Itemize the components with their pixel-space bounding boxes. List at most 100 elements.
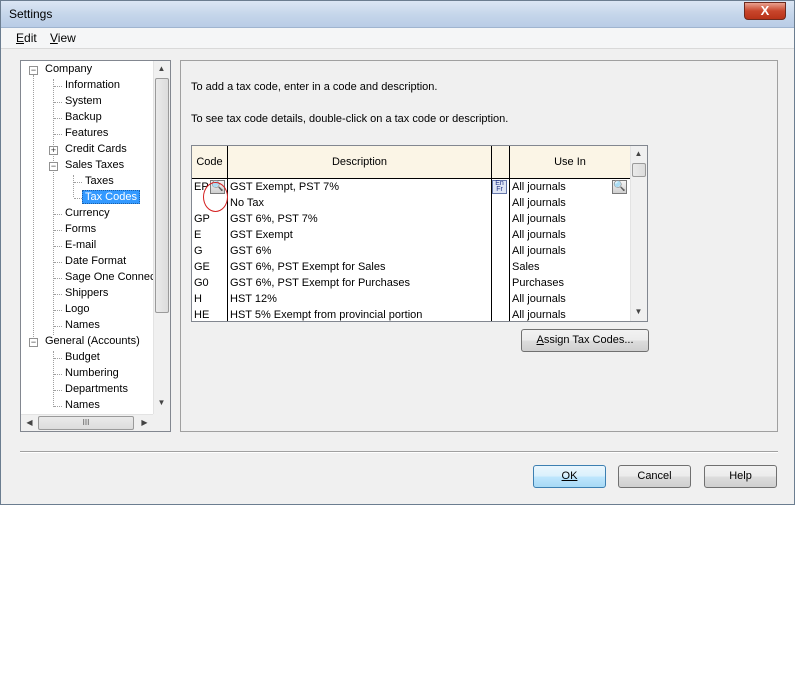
- tree-collapse-icon[interactable]: −: [29, 66, 38, 75]
- tree-connector: [54, 262, 62, 263]
- cell-use-in[interactable]: All journals: [512, 309, 627, 321]
- menu-bar: Edit View: [1, 28, 794, 49]
- use-in-lookup-icon[interactable]: 🔍: [612, 180, 627, 194]
- tree-item-budget[interactable]: Budget: [65, 351, 100, 363]
- tree-item-general-accounts[interactable]: General (Accounts): [45, 335, 140, 347]
- tax-codes-grid[interactable]: Code Description Use In EP GST Exempt, P…: [191, 145, 648, 322]
- cell-description[interactable]: HST 5% Exempt from provincial portion: [230, 309, 488, 321]
- tree-item-date-format[interactable]: Date Format: [65, 255, 126, 267]
- language-icon[interactable]: En Fr: [492, 180, 507, 194]
- tree-connector: [54, 102, 62, 103]
- tree-item-departments[interactable]: Departments: [65, 383, 128, 395]
- tree-collapse-icon[interactable]: −: [49, 162, 58, 171]
- settings-tree[interactable]: − Company Information System Backup Feat…: [20, 60, 171, 432]
- cell-use-in[interactable]: All journals: [512, 197, 627, 209]
- column-divider: [227, 146, 228, 321]
- tree-item-numbering[interactable]: Numbering: [65, 367, 119, 379]
- scroll-down-icon[interactable]: ▼: [154, 398, 169, 407]
- tree-item-email[interactable]: E-mail: [65, 239, 96, 251]
- cell-description[interactable]: GST 6%, PST 7%: [230, 213, 488, 225]
- tree-item-currency[interactable]: Currency: [65, 207, 110, 219]
- tree-connector: [54, 390, 62, 391]
- scroll-right-icon[interactable]: ▶: [137, 418, 152, 427]
- cell-use-in[interactable]: All journals: [512, 245, 627, 257]
- cell-use-in[interactable]: All journals: [512, 293, 627, 305]
- cell-code[interactable]: G: [194, 245, 224, 257]
- cell-code[interactable]: H: [194, 293, 224, 305]
- column-header-description[interactable]: Description: [228, 146, 492, 179]
- cell-code[interactable]: GP: [194, 213, 224, 225]
- tree-expand-icon[interactable]: +: [49, 146, 58, 155]
- cancel-button[interactable]: Cancel: [618, 465, 691, 488]
- tree-connector: [54, 214, 62, 215]
- tax-codes-panel: To add a tax code, enter in a code and d…: [180, 60, 778, 432]
- scroll-thumb[interactable]: [155, 78, 169, 313]
- cell-code[interactable]: GE: [194, 261, 224, 273]
- tree-connector: [54, 278, 62, 279]
- cell-description[interactable]: GST Exempt: [230, 229, 488, 241]
- tree-item-tax-codes[interactable]: Tax Codes: [82, 190, 140, 204]
- cell-description[interactable]: GST 6%, PST Exempt for Sales: [230, 261, 488, 273]
- menu-edit[interactable]: Edit: [16, 31, 37, 45]
- tree-connector: [54, 326, 62, 327]
- cell-description[interactable]: GST Exempt, PST 7%: [230, 181, 488, 193]
- title-bar[interactable]: Settings X: [1, 1, 794, 28]
- tree-connector: [53, 351, 54, 407]
- tree-item-system[interactable]: System: [65, 95, 102, 107]
- tree-item-sales-taxes[interactable]: Sales Taxes: [65, 159, 124, 171]
- tree-item-logo[interactable]: Logo: [65, 303, 89, 315]
- tree-connector: [54, 294, 62, 295]
- cell-code[interactable]: G0: [194, 277, 224, 289]
- scroll-corner: [153, 414, 170, 431]
- cell-use-in[interactable]: All journals: [512, 181, 612, 193]
- cell-description[interactable]: GST 6%, PST Exempt for Purchases: [230, 277, 488, 289]
- ok-button[interactable]: OK: [533, 465, 606, 488]
- cell-use-in[interactable]: Sales: [512, 261, 627, 273]
- column-header-language: [492, 146, 510, 179]
- cell-code[interactable]: E: [194, 229, 224, 241]
- column-header-use-in[interactable]: Use In: [510, 146, 631, 179]
- tree-connector: [54, 406, 62, 407]
- tree-collapse-icon[interactable]: −: [29, 338, 38, 347]
- tree-connector: [54, 230, 62, 231]
- cell-description[interactable]: No Tax: [230, 197, 488, 209]
- footer-divider: [20, 451, 778, 453]
- tree-item-information[interactable]: Information: [65, 79, 120, 91]
- instruction-details: To see tax code details, double-click on…: [191, 113, 509, 125]
- tree-item-sage-one-connect[interactable]: Sage One Connec: [65, 271, 156, 283]
- help-button[interactable]: Help: [704, 465, 777, 488]
- assign-tax-codes-button[interactable]: Assign Tax Codes...: [521, 329, 649, 352]
- cell-use-in[interactable]: All journals: [512, 229, 627, 241]
- scroll-up-icon[interactable]: ▲: [631, 149, 646, 158]
- tree-connector: [54, 118, 62, 119]
- tree-connector: [54, 134, 62, 135]
- tree-item-general-names[interactable]: Names: [65, 399, 100, 411]
- scroll-up-icon[interactable]: ▲: [154, 64, 169, 73]
- cell-use-in[interactable]: All journals: [512, 213, 627, 225]
- tree-item-names[interactable]: Names: [65, 319, 100, 331]
- column-header-code[interactable]: Code: [192, 146, 228, 179]
- cell-use-in[interactable]: Purchases: [512, 277, 627, 289]
- cell-description[interactable]: GST 6%: [230, 245, 488, 257]
- tree-item-forms[interactable]: Forms: [65, 223, 96, 235]
- settings-window: Settings X Edit View − Company Informati…: [0, 0, 795, 505]
- scroll-left-icon[interactable]: ◀: [22, 418, 37, 427]
- tree-connector: [33, 75, 34, 343]
- tree-item-backup[interactable]: Backup: [65, 111, 102, 123]
- cell-description[interactable]: HST 12%: [230, 293, 488, 305]
- tree-item-credit-cards[interactable]: Credit Cards: [65, 143, 127, 155]
- scroll-thumb[interactable]: [632, 163, 646, 177]
- tree-horizontal-scrollbar[interactable]: ◀ III ▶: [21, 414, 154, 431]
- tree-vertical-scrollbar[interactable]: ▲ ▼: [153, 61, 170, 414]
- tree-connector: [54, 86, 62, 87]
- cell-code[interactable]: HE: [194, 309, 224, 321]
- tree-item-features[interactable]: Features: [65, 127, 108, 139]
- close-button[interactable]: X: [744, 2, 786, 20]
- scroll-down-icon[interactable]: ▼: [631, 307, 646, 316]
- tree-item-shippers[interactable]: Shippers: [65, 287, 108, 299]
- tree-item-taxes[interactable]: Taxes: [85, 175, 114, 187]
- tree-item-company[interactable]: Company: [45, 63, 92, 75]
- scroll-thumb[interactable]: III: [38, 416, 134, 430]
- menu-view[interactable]: View: [50, 31, 76, 45]
- grid-vertical-scrollbar[interactable]: ▲ ▼: [630, 146, 647, 321]
